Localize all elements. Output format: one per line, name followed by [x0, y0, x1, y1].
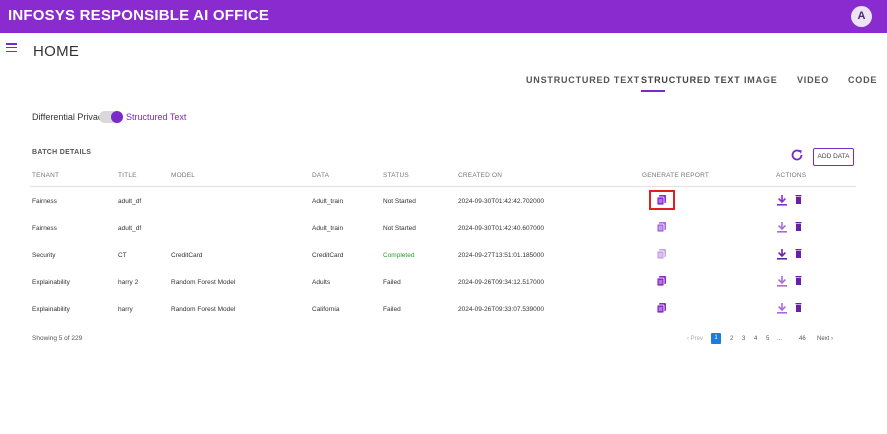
- download-icon[interactable]: [777, 276, 787, 287]
- tab-video[interactable]: VIDEO: [797, 75, 829, 85]
- report-icon[interactable]: [657, 222, 666, 232]
- tab-unstructured-text[interactable]: UNSTRUCTURED TEXT: [526, 75, 640, 85]
- column-header-status: STATUS: [383, 172, 409, 179]
- download-icon[interactable]: [777, 222, 787, 233]
- differential-privacy-label: Differential Privacy: [32, 112, 107, 122]
- cell-data: Adult_train: [312, 225, 344, 232]
- table-header-divider: [30, 186, 856, 187]
- cell-model: Random Forest Model: [171, 279, 236, 286]
- cell-status: Not Started: [383, 198, 416, 205]
- cell-title: adult_df: [118, 198, 142, 205]
- hamburger-icon[interactable]: [6, 43, 17, 53]
- cell-title: CT: [118, 252, 127, 259]
- page-button-5[interactable]: 5: [766, 336, 769, 342]
- trash-icon[interactable]: [795, 303, 802, 312]
- trash-icon[interactable]: [795, 195, 802, 204]
- page-button-4[interactable]: 4: [754, 336, 757, 342]
- differential-privacy-toggle[interactable]: [99, 111, 123, 123]
- cell-model: CreditCard: [171, 252, 203, 259]
- page-button-1[interactable]: 1: [711, 333, 721, 344]
- cell-tenant: Fairness: [32, 198, 57, 205]
- report-icon[interactable]: [657, 195, 666, 205]
- download-icon[interactable]: [777, 195, 787, 206]
- cell-model: Random Forest Model: [171, 306, 236, 313]
- add-data-button[interactable]: ADD DATA: [813, 148, 854, 166]
- column-header-model: MODEL: [171, 172, 196, 179]
- cell-status: Completed: [383, 252, 415, 259]
- column-header-generate-report: GENERATE REPORT: [642, 172, 710, 179]
- tab-image[interactable]: IMAGE: [744, 75, 778, 85]
- refresh-icon[interactable]: [790, 148, 804, 162]
- cell-created-on: 2024-09-30T01:42:40.607000: [458, 225, 545, 232]
- avatar[interactable]: A: [851, 6, 872, 27]
- batch-details-title: BATCH DETAILS: [32, 149, 92, 156]
- privacy-mode-label: Structured Text: [126, 112, 187, 122]
- report-icon[interactable]: [657, 303, 666, 313]
- column-header-actions: ACTIONS: [776, 172, 807, 179]
- cell-tenant: Security: [32, 252, 56, 259]
- page-button-3[interactable]: 3: [742, 336, 745, 342]
- cell-created-on: 2024-09-26T09:34:12.517000: [458, 279, 545, 286]
- column-header-created-on: CREATED ON: [458, 172, 503, 179]
- toggle-knob: [111, 111, 123, 123]
- cell-data: California: [312, 306, 340, 313]
- top-app-bar: INFOSYS RESPONSIBLE AI OFFICE A: [0, 0, 887, 33]
- cell-data: CreditCard: [312, 252, 344, 259]
- cell-tenant: Explainability: [32, 279, 70, 286]
- trash-icon[interactable]: [795, 249, 802, 258]
- tab-code[interactable]: CODE: [848, 75, 877, 85]
- column-header-data: DATA: [312, 172, 330, 179]
- page-ellipsis: ...: [777, 336, 783, 342]
- report-icon[interactable]: [657, 249, 666, 259]
- cell-created-on: 2024-09-30T01:42:42.702000: [458, 198, 545, 205]
- prev-page-button[interactable]: ‹ Prev: [687, 336, 703, 342]
- page-title: HOME: [33, 43, 80, 60]
- next-page-button[interactable]: Next ›: [817, 336, 833, 342]
- tab-structured-text[interactable]: STRUCTURED TEXT: [641, 75, 741, 85]
- cell-status: Failed: [383, 279, 401, 286]
- cell-data: Adults: [312, 279, 331, 286]
- brand-title: INFOSYS RESPONSIBLE AI OFFICE: [8, 7, 270, 24]
- cell-tenant: Explainability: [32, 306, 70, 313]
- cell-status: Not Started: [383, 225, 416, 232]
- trash-icon[interactable]: [795, 276, 802, 285]
- cell-data: Adult_train: [312, 198, 344, 205]
- download-icon[interactable]: [777, 303, 787, 314]
- trash-icon[interactable]: [795, 222, 802, 231]
- page-button-46[interactable]: 46: [799, 336, 806, 342]
- cell-created-on: 2024-09-26T09:33:07.539000: [458, 306, 545, 313]
- cell-status: Failed: [383, 306, 401, 313]
- showing-count: Showing 5 of 229: [32, 335, 83, 342]
- cell-title: harry: [118, 306, 133, 313]
- active-tab-indicator: [641, 90, 665, 92]
- cell-tenant: Fairness: [32, 225, 57, 232]
- column-header-title: TITLE: [118, 172, 137, 179]
- download-icon[interactable]: [777, 249, 787, 260]
- cell-title: harry 2: [118, 279, 139, 286]
- page-button-2[interactable]: 2: [730, 336, 733, 342]
- report-icon[interactable]: [657, 276, 666, 286]
- cell-title: adult_df: [118, 225, 142, 232]
- cell-created-on: 2024-09-27T13:51:01.185000: [458, 252, 545, 259]
- column-header-tenant: TENANT: [32, 172, 60, 179]
